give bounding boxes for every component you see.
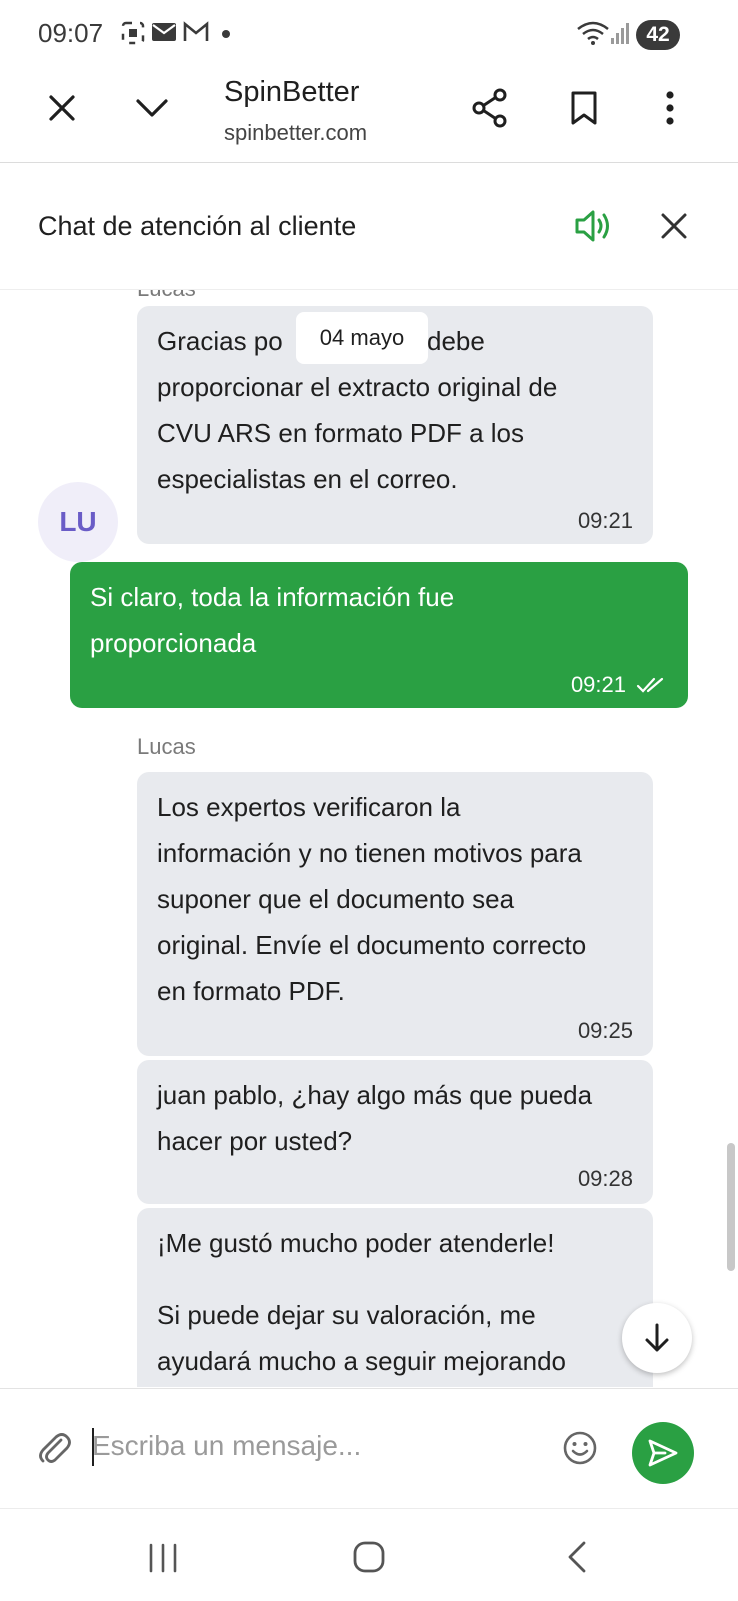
back-chevron-icon (568, 1541, 586, 1573)
minimize-button[interactable] (128, 84, 176, 132)
chat-scrollbar[interactable] (727, 1143, 735, 1271)
notification-dot-icon (222, 30, 230, 38)
message-line: en formato PDF. (157, 976, 345, 1006)
more-vert-icon (666, 91, 674, 125)
wifi-icon (577, 21, 609, 45)
bookmark-button[interactable] (560, 84, 608, 132)
status-bar: 09:07 42 (0, 0, 738, 70)
site-url: spinbetter.com (224, 120, 368, 145)
message-line: especialistas en el correo. (157, 464, 458, 494)
text-cursor (92, 1428, 94, 1466)
message-input[interactable] (92, 1420, 532, 1472)
avatar-initials: LU (59, 506, 97, 537)
sender-name: Lucas (137, 290, 196, 302)
paperclip-icon (39, 1433, 71, 1463)
message-line: proporcionada (90, 628, 257, 658)
date-label: 04 mayo (319, 325, 405, 350)
message-line: Si puede dejar su valoración, me (157, 1300, 536, 1330)
message-line: hacer por usted? (157, 1126, 353, 1156)
recents-icon (149, 1543, 177, 1573)
signal-icon (611, 23, 629, 44)
close-tab-button[interactable] (38, 84, 86, 132)
share-icon (472, 88, 507, 128)
battery-icon: 42 (636, 20, 680, 50)
home-button[interactable] (340, 1530, 398, 1584)
more-options-button[interactable] (646, 84, 694, 132)
message-line: juan pablo, ¿hay algo más que pueda (157, 1080, 593, 1110)
outgoing-message[interactable]: Si claro, toda la información fue propor… (70, 562, 688, 708)
incoming-message[interactable]: ¡Me gustó mucho poder atenderle! Si pued… (137, 1208, 653, 1387)
bookmark-icon (571, 91, 597, 125)
message-line: suponer que el documento sea (157, 884, 515, 914)
arrow-down-icon (645, 1323, 669, 1352)
share-button[interactable] (466, 84, 514, 132)
sound-toggle-button[interactable] (570, 202, 618, 250)
home-icon (353, 1541, 385, 1573)
recent-apps-button[interactable] (134, 1534, 192, 1582)
scroll-to-bottom-button[interactable] (622, 1303, 692, 1373)
battery-level: 42 (646, 23, 670, 46)
message-line: ayudará mucho a seguir mejorando (157, 1346, 567, 1376)
double-check-icon (636, 677, 664, 693)
message-line: ¡Me gustó mucho poder atenderle! (157, 1228, 555, 1258)
attach-button[interactable] (30, 1424, 78, 1472)
chevron-down-icon (136, 99, 168, 117)
gmail-icon (183, 21, 209, 41)
message-list[interactable]: Lucas Gracias po debe proporcionar el ex… (0, 290, 738, 1387)
status-time: 09:07 (38, 18, 104, 48)
agent-avatar: LU (38, 482, 118, 562)
message-line: Los expertos verificaron la (157, 792, 461, 822)
message-line: debe (427, 326, 485, 356)
chat-title: Chat de atención al cliente (38, 211, 357, 241)
screenshot-icon (121, 21, 145, 45)
close-icon (49, 95, 75, 121)
message-line: proporcionar el extracto original de (157, 372, 558, 402)
close-chat-button[interactable] (650, 202, 698, 250)
message-line: CVU ARS en formato PDF a los (157, 418, 525, 448)
message-time: 09:21 (577, 508, 633, 533)
close-icon (661, 213, 687, 239)
browser-toolbar (0, 70, 738, 163)
message-line: Si claro, toda la información fue (90, 582, 455, 612)
volume-icon (575, 210, 609, 242)
send-icon (648, 1439, 678, 1467)
site-title: SpinBetter (224, 76, 360, 108)
incoming-message[interactable]: juan pablo, ¿hay algo más que pueda hace… (137, 1060, 653, 1204)
smiley-icon (563, 1431, 597, 1465)
message-time: 09:25 (577, 1018, 633, 1043)
message-time: 09:28 (577, 1166, 633, 1191)
send-button[interactable] (632, 1422, 694, 1484)
date-separator: 04 mayo (296, 312, 428, 364)
back-button[interactable] (552, 1530, 602, 1584)
mail-icon (152, 23, 176, 41)
emoji-button[interactable] (556, 1424, 604, 1472)
message-line: información y no tienen motivos para (157, 838, 582, 868)
message-line: Gracias po (157, 326, 283, 356)
incoming-message[interactable]: Los expertos verificaron la información … (137, 772, 653, 1056)
sender-name: Lucas (137, 734, 196, 759)
message-time: 09:21 (570, 672, 626, 697)
message-line: original. Envíe el documento correcto (157, 930, 587, 960)
